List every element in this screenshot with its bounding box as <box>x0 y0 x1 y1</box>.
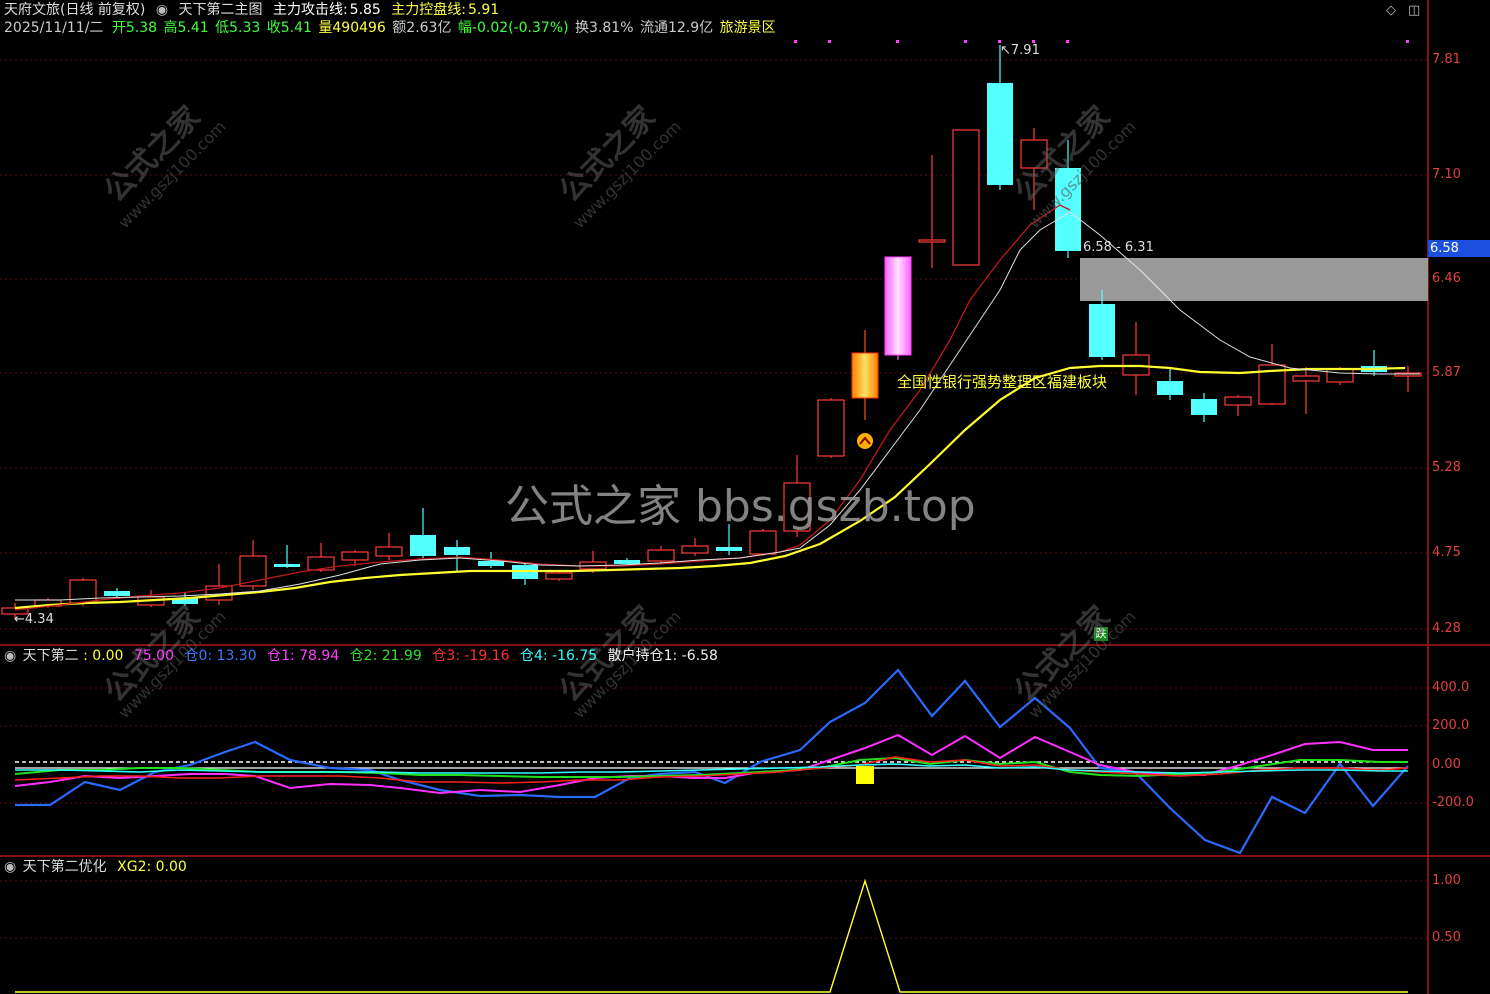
candle <box>681 538 709 556</box>
resistance-zone <box>1080 258 1428 301</box>
candle <box>1224 395 1252 416</box>
pane2-cang1: 仓1: 78.94 <box>267 648 340 664</box>
pane2-cang4: 仓4: -16.75 <box>519 648 598 664</box>
pane2-y-label-4: -200.0 <box>1432 795 1474 810</box>
xg2-yellow-line <box>15 878 1408 993</box>
candle <box>1394 366 1422 392</box>
pane3-name[interactable]: 天下第二优化 <box>23 859 107 875</box>
pane2-title-row: ◉ 天下第二 : 0.00 75.00 仓0: 13.30 仓1: 78.94 … <box>4 648 724 664</box>
news-annotation[interactable]: 全国性银行强势整理区福建板块 <box>897 371 1107 392</box>
candle <box>817 398 845 458</box>
candle <box>1292 367 1320 414</box>
candle <box>274 545 300 568</box>
current-price-badge: 6.58 <box>1428 240 1490 257</box>
pane3-title-row: ◉ 天下第二优化 XG2: 0.00 <box>4 859 193 875</box>
y-label-5: 5.28 <box>1432 460 1461 475</box>
zone-label: 6.58 - 6.31 <box>1083 240 1154 255</box>
candle <box>205 564 233 605</box>
pane2-cang0: 仓0: 13.30 <box>184 648 257 664</box>
y-label-3: 6.46 <box>1432 271 1461 286</box>
candle <box>239 540 267 590</box>
y-label-6: 4.75 <box>1432 545 1461 560</box>
candle <box>647 546 675 564</box>
pane3-xg2: XG2: 0.00 <box>117 859 187 875</box>
buy-signal-icon <box>857 433 873 449</box>
top-signal-dots <box>794 40 1409 43</box>
pane2-y-label-2: 200.0 <box>1432 718 1470 733</box>
pane2-y-label-3: 0.00 <box>1432 757 1461 772</box>
candle <box>851 330 879 420</box>
candle <box>104 588 130 598</box>
pane2-v0: : 0.00 <box>83 648 124 664</box>
high-annotation: ↖7.91 <box>1000 43 1040 58</box>
candle <box>952 129 980 266</box>
y-label-4: 5.87 <box>1432 365 1461 380</box>
pane2-y-label-1: 400.0 <box>1432 680 1470 695</box>
pane2-toggle-icon[interactable]: ◉ <box>4 648 16 664</box>
low-annotation: ←4.34 <box>14 612 54 627</box>
candle <box>444 540 470 571</box>
candle <box>512 562 538 585</box>
candle <box>375 533 403 560</box>
candle <box>1258 344 1286 405</box>
pane3-y-label-2: 0.50 <box>1432 930 1461 945</box>
candle <box>545 572 573 581</box>
candle <box>1122 322 1150 395</box>
pane2-v1: 75.00 <box>133 648 175 664</box>
candle <box>137 590 165 607</box>
candle <box>884 256 912 360</box>
candle <box>1361 350 1387 376</box>
y-label-2: 7.10 <box>1432 167 1461 182</box>
pane3-toggle-icon[interactable]: ◉ <box>4 859 16 875</box>
cang1-magenta-line <box>14 733 1408 795</box>
pane2-cang2: 仓2: 21.99 <box>349 648 422 664</box>
watermark-main: 公式之家 bbs.gszb.top <box>505 481 976 532</box>
pane2-yellow-marker <box>856 766 874 784</box>
y-label-1: 7.81 <box>1432 52 1461 67</box>
pane2-retail: 散户持仓1: -6.58 <box>607 648 718 664</box>
y-label-7: 4.28 <box>1432 621 1461 636</box>
candle <box>1191 393 1217 422</box>
ma-red-line <box>14 204 1071 611</box>
pane2-name[interactable]: 天下第二 <box>23 648 79 664</box>
candle <box>410 508 436 558</box>
pane3-y-label-1: 1.00 <box>1432 873 1461 888</box>
candle <box>987 45 1013 190</box>
pane2-cang3: 仓3: -19.16 <box>432 648 510 664</box>
candle <box>918 155 946 268</box>
